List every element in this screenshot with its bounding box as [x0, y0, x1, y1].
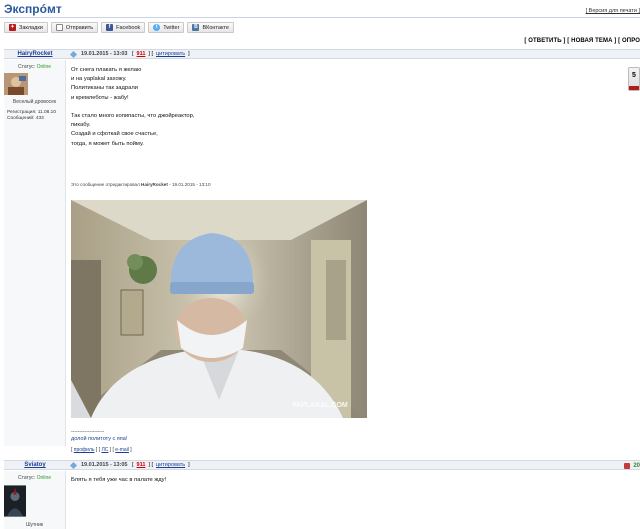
post-number-icon [624, 463, 631, 469]
poll-button[interactable]: [ ОПРО [618, 38, 640, 44]
post-author[interactable]: Sviatoy [4, 462, 66, 468]
post-line: Блять я тебя уже час в палате жду! [71, 477, 167, 483]
post-header: HairyRocket 19.01.2015 - 13:03 [ 911 ] [… [4, 49, 640, 59]
title-divider [0, 17, 640, 18]
vkontakte-button[interactable]: В ВКонтакте [187, 22, 234, 33]
send-label: Отправить [65, 24, 94, 31]
avatar[interactable] [4, 484, 26, 518]
rating-bar [629, 86, 639, 90]
post-line: Создай и сфоткай свое счастье, [71, 131, 158, 138]
status-label: Статус: [17, 475, 36, 481]
user-rank: Веселый дровосек [12, 99, 57, 105]
post-author-panel: Статус: Online Веселый дровосек Регистра… [4, 60, 66, 446]
post-line: тогда, я может быть пойму. [71, 140, 144, 147]
post-body: Блять я тебя уже час в палате жду! [71, 476, 166, 485]
post-line: и на yaplakal захожу. [71, 76, 127, 83]
signature: долой политоту с япа! [71, 436, 128, 442]
twitter-icon: t [153, 24, 161, 31]
vkontakte-label: ВКонтакте [202, 24, 229, 31]
photo-watermark: YAPLAKAL.COM [292, 402, 348, 409]
quote-link[interactable]: цитировать [156, 51, 185, 57]
quote-number[interactable]: 911 [137, 462, 146, 468]
topic-actions: [ ОТВЕТИТЬ ] [ НОВАЯ ТЕМА ] [ ОПРО [524, 38, 640, 44]
bookmark-button[interactable]: ✦ Закладки [4, 22, 48, 33]
signature-divider: -------------------- [71, 429, 105, 435]
post-number: 20 [633, 463, 640, 469]
post-line: Политиканы так задрали [71, 85, 138, 92]
facebook-button[interactable]: f Facebook [101, 22, 146, 33]
facebook-label: Facebook [116, 24, 141, 31]
post-photo[interactable]: YAPLAKAL.COM [71, 200, 367, 418]
post-header: Sviatoy 19.01.2015 - 13:05 [ 911 ] [ цит… [4, 460, 640, 470]
status-online: Online [36, 475, 52, 481]
print-version-link[interactable]: [ Версия для печати ] [586, 8, 640, 14]
new-topic-button[interactable]: [ НОВАЯ ТЕМА ] [567, 38, 616, 44]
rating-widget[interactable]: 5 [628, 67, 640, 91]
send-button[interactable]: Отправить [50, 22, 99, 33]
status-label: Статус: [17, 64, 36, 70]
twitter-button[interactable]: t Twitter [148, 22, 185, 33]
mail-icon [55, 24, 63, 31]
user-messages: Сообщений: 433 [7, 116, 44, 121]
user-rank: Шутник [25, 522, 44, 528]
post-line: и кремлеботы - жабу! [71, 94, 129, 101]
facebook-icon: f [106, 24, 114, 31]
bookmark-icon: ✦ [9, 24, 16, 31]
rating-value: 5 [632, 72, 636, 79]
edited-note: Это сообщение отредактировал HairyRocket… [71, 182, 211, 187]
quote-number[interactable]: 911 [137, 51, 146, 57]
post-marker-icon [69, 50, 78, 58]
post-number-badge[interactable]: 20 [624, 463, 640, 469]
post-line: От снега плакать я желаю [71, 67, 142, 73]
vkontakte-icon: В [192, 24, 200, 31]
post-date: 19.01.2015 - 13:03 [81, 51, 128, 57]
post-meta: 19.01.2015 - 13:03 [ 911 ] [ цитировать … [69, 50, 190, 58]
post-meta: 19.01.2015 - 13:05 [ 911 ] [ цитировать … [69, 461, 190, 469]
status-online: Online [36, 64, 52, 70]
post-line: Так стало много копипасты, что джойреакт… [71, 113, 195, 119]
post-author[interactable]: HairyRocket [4, 51, 66, 57]
post-date: 19.01.2015 - 13:05 [81, 462, 128, 468]
share-bar: ✦ Закладки Отправить f Facebook t Twitte… [4, 22, 234, 33]
topic-title: Экспрóмт [4, 2, 62, 16]
quote-link[interactable]: цитировать [156, 462, 185, 468]
post-marker-icon [69, 461, 78, 469]
bookmark-label: Закладки [19, 24, 43, 31]
post-line: пикабу. [71, 122, 91, 129]
post-author-panel: Статус: Online Шутник [4, 471, 66, 529]
post-body: От снега плакать я желаю и на yaplakal з… [71, 66, 194, 149]
avatar[interactable] [4, 73, 28, 95]
reply-button[interactable]: [ ОТВЕТИТЬ ] [524, 38, 565, 44]
twitter-label: Twitter [163, 24, 180, 31]
